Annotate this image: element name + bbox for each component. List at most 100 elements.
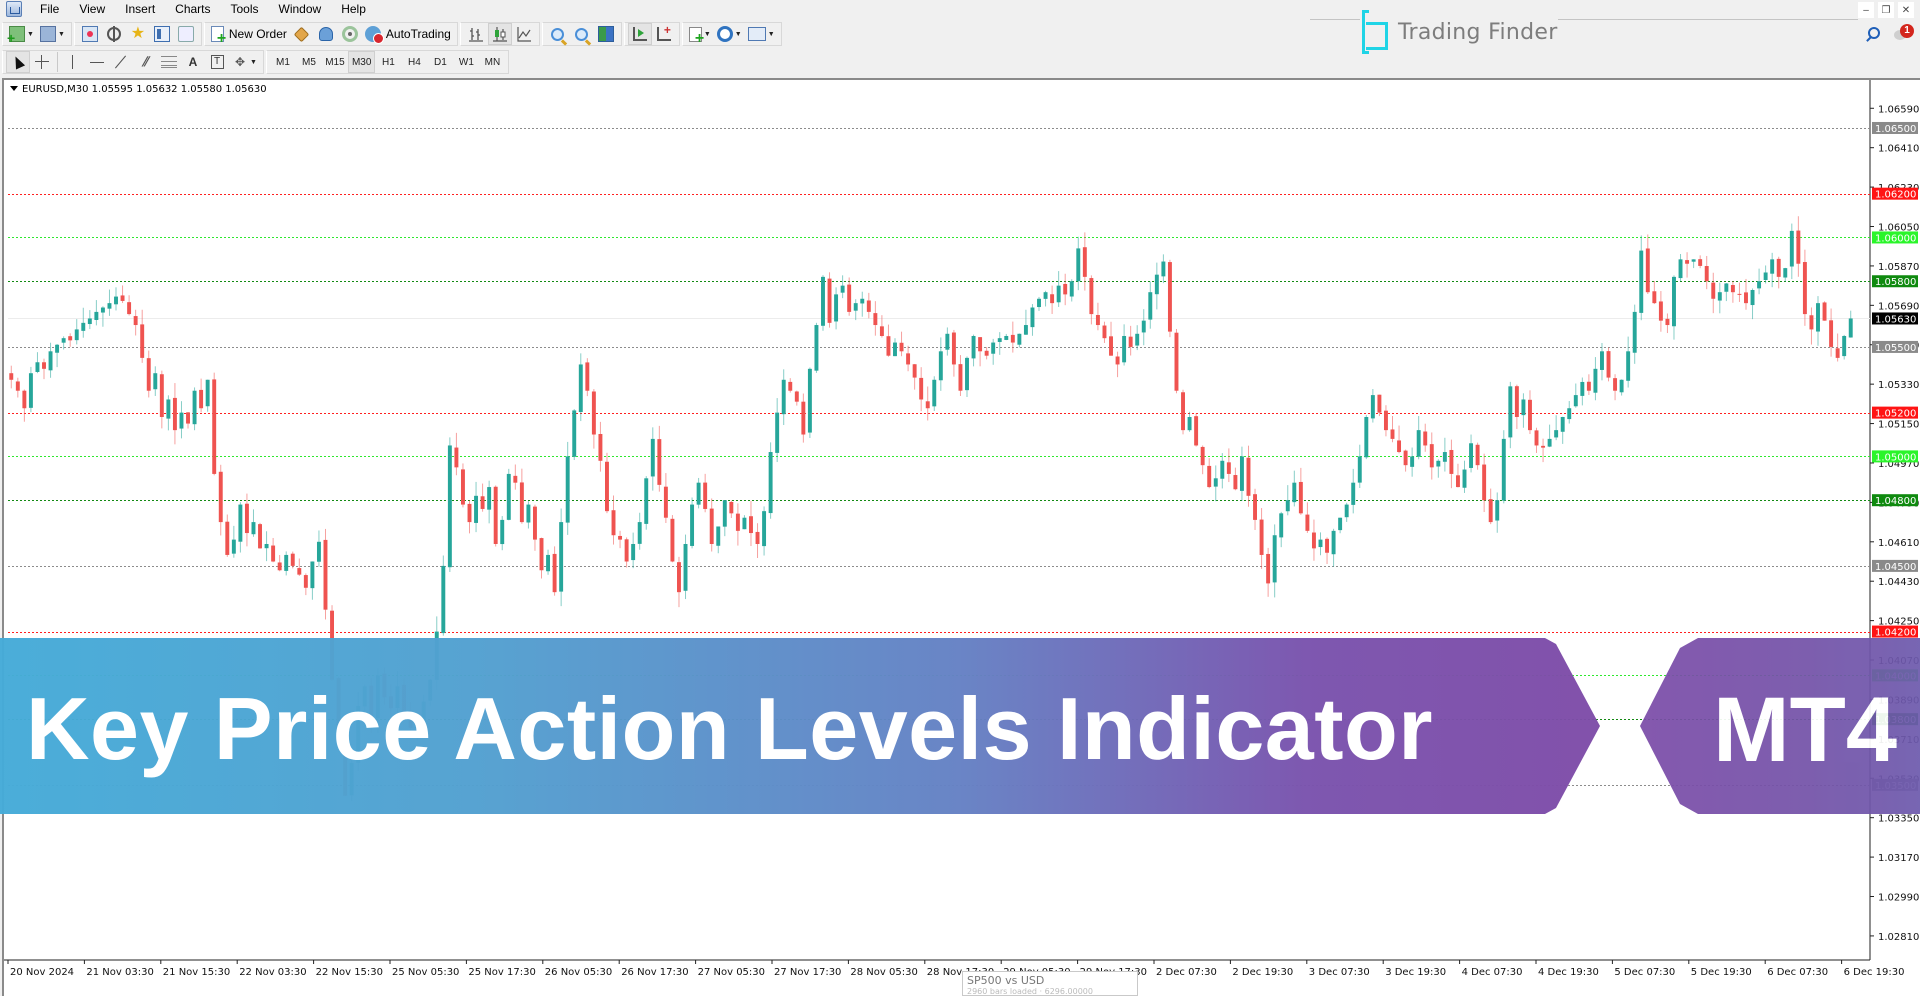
- bullish-candle: [834, 294, 839, 322]
- bearish-candle: [1115, 356, 1120, 365]
- key-level-price-text: 1.05500: [1875, 343, 1916, 354]
- bearish-candle: [146, 358, 151, 391]
- bearish-candle: [1429, 444, 1434, 468]
- bearish-candle: [552, 553, 557, 593]
- bearish-candle: [1109, 336, 1113, 356]
- auto-scroll-button[interactable]: [652, 23, 676, 45]
- chevron-down-icon: ▼: [767, 30, 775, 38]
- bearish-candle: [1246, 457, 1251, 496]
- vertical-line-tool[interactable]: [61, 51, 85, 73]
- periods-button[interactable]: ▼: [714, 23, 745, 45]
- community-button[interactable]: [314, 23, 338, 45]
- new-chart-button[interactable]: ▼: [6, 23, 37, 46]
- menu-file[interactable]: File: [30, 0, 69, 18]
- terminal-button[interactable]: [150, 23, 174, 45]
- bearish-candle: [1128, 336, 1133, 347]
- key-level-price-text: 1.06000: [1875, 233, 1916, 244]
- line-chart-button[interactable]: [512, 23, 536, 45]
- bearish-candle: [755, 531, 760, 544]
- crosshair-tool[interactable]: [30, 51, 54, 73]
- autotrading-button[interactable]: AutoTrading: [362, 23, 454, 45]
- toolbar-group-file: ▼ ▼: [2, 22, 72, 46]
- profiles-icon: [39, 26, 56, 42]
- bearish-candle: [1835, 348, 1840, 358]
- chart-header: EURUSD,M30 1.05595 1.05632 1.05580 1.056…: [10, 84, 267, 95]
- bullish-candle: [1632, 311, 1637, 353]
- time-tick-label: 25 Nov 17:30: [468, 967, 535, 978]
- timeframe-h1[interactable]: H1: [375, 51, 401, 73]
- text-tool[interactable]: A: [181, 51, 205, 73]
- text-label-tool[interactable]: T: [205, 51, 229, 73]
- arrows-tool[interactable]: ✥ ▼: [229, 51, 260, 73]
- menu-insert[interactable]: Insert: [115, 0, 165, 18]
- strategy-tester-button[interactable]: [174, 23, 198, 45]
- timeframe-d1[interactable]: D1: [427, 51, 453, 73]
- metaeditor-button[interactable]: [290, 23, 314, 45]
- bearish-candle: [1829, 320, 1834, 347]
- equidistant-channel-tool[interactable]: ⫽: [133, 51, 157, 73]
- menu-window[interactable]: Window: [269, 0, 332, 18]
- profiles-button[interactable]: ▼: [37, 23, 68, 45]
- bullish-candle: [762, 511, 767, 547]
- signals-button[interactable]: [338, 23, 362, 45]
- search-icon[interactable]: [1868, 27, 1880, 39]
- indicators-button[interactable]: ▼: [686, 23, 714, 48]
- timeframe-m1[interactable]: M1: [270, 51, 296, 73]
- chart-menu-triangle-icon[interactable]: [10, 86, 18, 91]
- price-chart[interactable]: 1.065901.064101.062301.060501.058701.056…: [4, 80, 1920, 996]
- bullish-candle: [1213, 478, 1218, 487]
- bullish-candle: [965, 357, 969, 391]
- bearish-candle: [709, 508, 714, 544]
- zoom-in-button[interactable]: [546, 23, 570, 45]
- new-order-button[interactable]: New Order: [208, 23, 290, 48]
- trendline-tool[interactable]: [109, 51, 133, 73]
- horizontal-line-tool[interactable]: [85, 51, 109, 73]
- menu-view[interactable]: View: [69, 0, 115, 18]
- fibonacci-tool[interactable]: [157, 51, 181, 73]
- market-watch-button[interactable]: [78, 23, 102, 45]
- bearish-candle: [1730, 285, 1735, 293]
- price-tick-label: 1.04610: [1878, 538, 1919, 549]
- bullish-candle: [107, 303, 112, 309]
- menu-tools[interactable]: Tools: [221, 0, 269, 18]
- notifications-button[interactable]: 1: [1894, 24, 1914, 42]
- bullish-candle: [696, 482, 701, 505]
- bullish-candle: [716, 526, 721, 546]
- bearish-candle: [749, 516, 753, 534]
- bearish-candle: [1397, 440, 1402, 453]
- timeframe-mn[interactable]: MN: [479, 51, 505, 73]
- menu-charts[interactable]: Charts: [165, 0, 220, 18]
- timeframe-m15[interactable]: M15: [322, 51, 348, 73]
- time-tick-label: 27 Nov 17:30: [774, 967, 841, 978]
- key-level-price-text: 1.04800: [1875, 496, 1916, 507]
- market-watch-icon: [81, 26, 98, 42]
- navigator-button[interactable]: ★: [126, 23, 150, 45]
- key-level-price-text: 1.05200: [1875, 409, 1916, 420]
- timeframe-w1[interactable]: W1: [453, 51, 479, 73]
- time-tick-label: 6 Dec 07:30: [1767, 967, 1828, 978]
- bullish-candle: [251, 522, 256, 535]
- menu-help[interactable]: Help: [331, 0, 376, 18]
- templates-button[interactable]: ▼: [745, 23, 778, 45]
- toolbar-group-chart-type: [459, 22, 540, 46]
- chart-window[interactable]: EURUSD,M30 1.05595 1.05632 1.05580 1.056…: [2, 78, 1920, 996]
- cursor-tool[interactable]: [6, 51, 30, 73]
- bar-chart-button[interactable]: [464, 23, 488, 45]
- minimize-button[interactable]: ‒: [1858, 2, 1874, 18]
- timeframe-h4[interactable]: H4: [401, 51, 427, 73]
- terminal-icon: [153, 26, 170, 42]
- bearish-candle: [1665, 318, 1670, 326]
- timeframe-m30[interactable]: M30: [347, 51, 376, 73]
- bearish-candle: [879, 326, 884, 336]
- close-button[interactable]: ✕: [1898, 2, 1914, 18]
- data-window-button[interactable]: [102, 23, 126, 45]
- timeframe-m5[interactable]: M5: [296, 51, 322, 73]
- bearish-candle: [624, 539, 629, 562]
- bearish-candle: [1383, 410, 1388, 431]
- chart-shift-button[interactable]: [627, 23, 652, 45]
- candlestick-chart-button[interactable]: [487, 23, 512, 45]
- tile-windows-button[interactable]: [594, 23, 618, 45]
- bearish-candle: [886, 336, 891, 356]
- restore-button[interactable]: ❐: [1878, 2, 1894, 18]
- zoom-out-button[interactable]: [570, 23, 594, 45]
